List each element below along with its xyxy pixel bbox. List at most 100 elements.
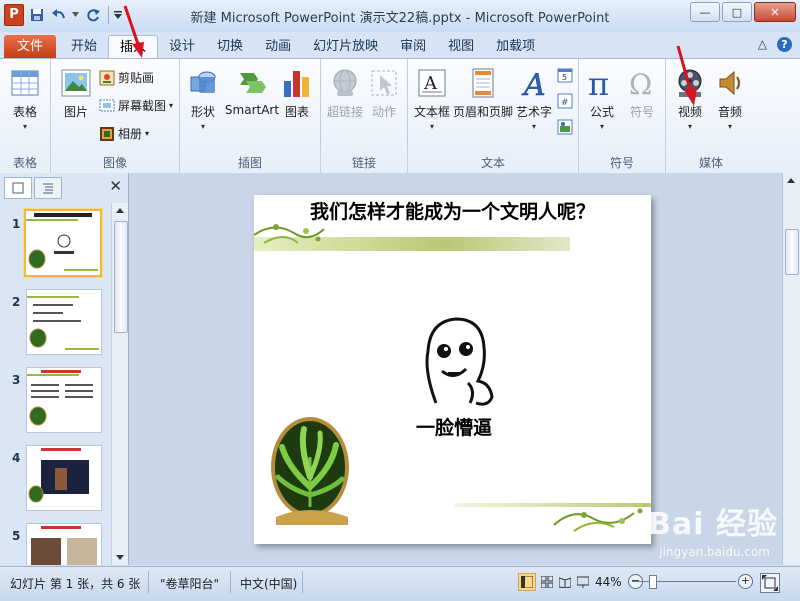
slide-sorter-icon (541, 576, 553, 588)
slideshow-view-button[interactable] (574, 573, 592, 591)
tab-home[interactable]: 开始 (60, 35, 108, 58)
undo-dropdown-icon[interactable] (72, 5, 80, 25)
slides-pane-scrollbar[interactable] (111, 203, 128, 565)
theme-name-status[interactable]: "卷草阳台" (160, 575, 219, 592)
zoom-slider-track[interactable] (632, 581, 736, 582)
smartart-button[interactable]: SmartArt (224, 67, 280, 117)
slides-view-tab[interactable] (4, 177, 32, 199)
wordart-button-label: 艺术字 (515, 105, 552, 119)
tab-addins[interactable]: 加载项 (485, 35, 546, 58)
header-footer-button[interactable]: 页眉和页脚 (452, 67, 514, 120)
photo-album-label: 相册 (118, 127, 143, 141)
status-separator (230, 571, 231, 593)
slide-thumbnail-row[interactable]: 1 (0, 209, 110, 281)
action-button[interactable]: 动作 (367, 67, 401, 120)
scrollbar-thumb[interactable] (785, 229, 799, 275)
tab-file[interactable]: 文件 (4, 35, 56, 58)
tab-review[interactable]: 审阅 (389, 35, 437, 58)
scroll-down-icon[interactable] (112, 551, 128, 565)
slide-thumbnail-5[interactable] (26, 523, 102, 565)
equation-button-label: 公式 (589, 105, 614, 119)
language-status[interactable]: 中文(中国) (240, 575, 297, 592)
chart-button[interactable]: 图表 (280, 67, 314, 120)
editor-scrollbar[interactable] (782, 173, 800, 565)
reading-view-icon (559, 577, 571, 588)
help-icon[interactable]: ? (777, 37, 792, 52)
outline-view-tab[interactable] (34, 177, 62, 199)
tab-design[interactable]: 设计 (158, 35, 206, 58)
slide-thumbnail-row[interactable]: 3 (0, 365, 110, 437)
tab-transitions[interactable]: 切换 (206, 35, 254, 58)
slide-number: 2 (12, 295, 21, 309)
scrollbar-thumb[interactable] (114, 221, 128, 333)
fit-to-window-button[interactable] (760, 573, 780, 593)
hyperlink-button[interactable]: 超链接 (325, 67, 365, 120)
ribbon-group-table: 表格 ▾ 表格 (0, 59, 51, 173)
ribbon-group-images: 图片 剪贴画 屏幕截图 ▾ 相册 ▾ 图像 (51, 59, 180, 173)
zoom-in-icon[interactable]: + (738, 574, 753, 589)
slide-thumbnail-image (31, 526, 97, 565)
tab-row-right: △ ? (758, 37, 792, 52)
current-slide[interactable]: 我们怎样才能成为一个文明人呢？ 一脸懵逼 (254, 195, 651, 544)
slide-sorter-view-button[interactable] (538, 573, 556, 591)
window-title: 新建 Microsoft PowerPoint 演示文22稿.pptx - Mi… (190, 11, 610, 26)
scroll-up-icon[interactable] (783, 173, 800, 187)
zoom-slider-knob[interactable] (648, 575, 657, 589)
tab-view[interactable]: 视图 (437, 35, 485, 58)
baidu-watermark-url: jingyan.baidu.com (659, 545, 770, 559)
save-icon[interactable] (28, 5, 46, 25)
slide-thumbnail-row[interactable]: 2 (0, 287, 110, 359)
tab-slideshow[interactable]: 幻灯片放映 (302, 35, 389, 58)
slide-thumbnail-2[interactable] (26, 289, 102, 355)
table-icon (9, 67, 41, 99)
photo-album-button[interactable]: 相册 ▾ (99, 125, 149, 142)
dropdown-arrow-icon: ▾ (687, 122, 692, 131)
red-arrow-annotation-icon (123, 5, 144, 58)
scroll-up-icon[interactable] (112, 203, 128, 217)
minimize-button[interactable]: — (690, 2, 720, 22)
clipart-button[interactable]: 剪贴画 (99, 69, 154, 86)
slide-count-status: 幻灯片 第 1 张，共 6 张 (10, 577, 141, 591)
close-pane-icon[interactable]: ✕ (109, 177, 122, 195)
slide-thumbnail-image (26, 213, 98, 271)
equation-button[interactable]: π 公式 ▾ (585, 65, 619, 131)
tab-animations[interactable]: 动画 (254, 35, 302, 58)
fit-window-icon (762, 575, 778, 591)
insert-object-icon[interactable] (557, 119, 573, 135)
textbox-button[interactable]: A 文本框 ▾ (412, 67, 452, 131)
quick-access-toolbar: P (4, 4, 123, 26)
shapes-button[interactable]: 形状 ▾ (186, 67, 220, 131)
header-footer-button-label: 页眉和页脚 (452, 105, 513, 119)
undo-icon[interactable] (50, 5, 68, 25)
slide-title[interactable]: 我们怎样才能成为一个文明人呢？ (254, 197, 651, 224)
maximize-button[interactable]: □ (722, 2, 752, 22)
plant-picture-image[interactable] (270, 417, 354, 529)
date-time-icon[interactable]: 5 (557, 67, 573, 83)
dropdown-arrow-icon: ▾ (727, 122, 732, 131)
slide-thumbnail-row[interactable]: 4 (0, 443, 110, 515)
slide-thumbnail-3[interactable] (26, 367, 102, 433)
slide-thumbnail-4[interactable] (26, 445, 102, 511)
ribbon-group-symbols: π 公式 ▾ Ω 符号 符号 (579, 59, 666, 173)
table-button[interactable]: 表格 ▾ (8, 67, 42, 131)
group-label-symbols: 符号 (609, 156, 634, 170)
picture-button[interactable]: 图片 (59, 67, 93, 120)
symbol-button[interactable]: Ω 符号 (625, 67, 659, 120)
normal-view-button[interactable] (518, 573, 536, 591)
slide-thumbnail-row[interactable]: 5 (0, 521, 110, 565)
wordart-button[interactable]: A 艺术字 ▾ (514, 67, 554, 131)
minimize-ribbon-icon[interactable]: △ (758, 37, 767, 52)
slide-number-icon[interactable]: # (557, 93, 573, 109)
slide-thumbnail-1[interactable] (24, 209, 102, 277)
slide-caption[interactable]: 一脸懵逼 (404, 413, 504, 440)
close-button[interactable]: ✕ (754, 2, 796, 22)
screenshot-button[interactable]: 屏幕截图 ▾ (99, 97, 173, 114)
powerpoint-app-icon[interactable]: P (4, 4, 24, 26)
reading-view-button[interactable] (556, 573, 574, 591)
audio-button-label: 音频 (717, 105, 742, 119)
zoom-percent[interactable]: 44% (595, 575, 622, 589)
redo-icon[interactable] (84, 5, 102, 25)
cartoon-face-image[interactable] (418, 311, 498, 411)
window-controls: — □ ✕ (688, 2, 796, 22)
audio-button[interactable]: 音频 ▾ (712, 67, 748, 131)
